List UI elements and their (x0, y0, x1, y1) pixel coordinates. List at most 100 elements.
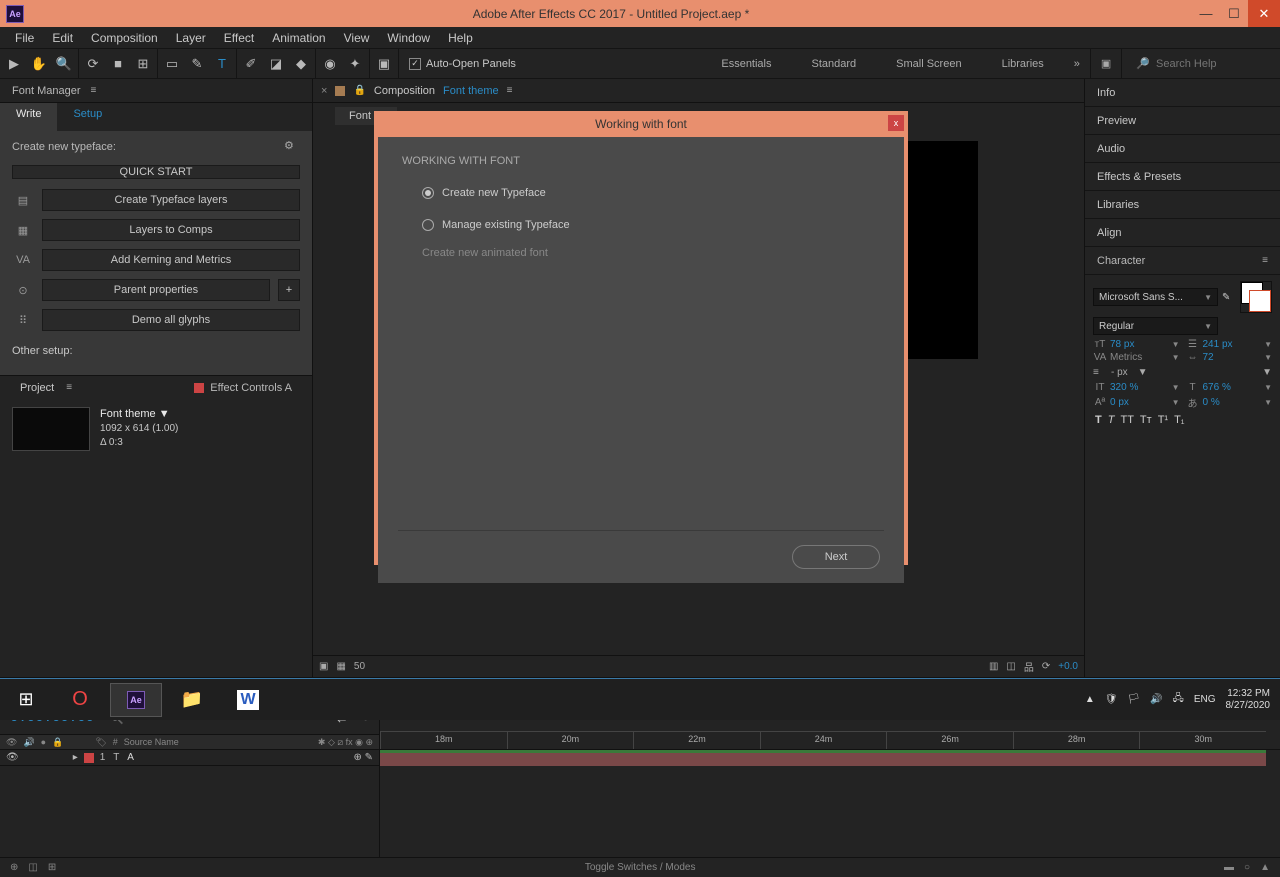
search-input[interactable] (1156, 58, 1266, 70)
parent-add-button[interactable]: + (278, 279, 300, 301)
layer-name[interactable]: A (127, 752, 347, 763)
effect-controls-tab[interactable]: Effect Controls A (210, 382, 292, 394)
font-weight-select[interactable]: Regular▼ (1093, 317, 1218, 335)
panel-icon[interactable]: ▣ (376, 56, 392, 72)
superscript-button[interactable]: T¹ (1158, 414, 1168, 426)
comp-menu-icon[interactable]: ≡ (507, 85, 513, 96)
workspace-essentials[interactable]: Essentials (701, 49, 791, 78)
viewer-refresh-icon[interactable]: ⟳ (1042, 661, 1050, 672)
panel-preview[interactable]: Preview (1085, 107, 1280, 135)
tray-language[interactable]: ENG (1194, 694, 1216, 705)
baseline-shift[interactable]: 0 px (1110, 397, 1169, 408)
tray-volume-icon[interactable]: 🔊 (1150, 694, 1162, 705)
smallcaps-button[interactable]: Tᴛ (1140, 414, 1152, 426)
tray-shield-icon[interactable]: 🛡 (1105, 694, 1118, 705)
viewer-zoom[interactable]: 50 (354, 661, 365, 672)
workspace-overflow-icon[interactable]: » (1064, 58, 1090, 70)
project-menu-icon[interactable]: ≡ (66, 382, 72, 393)
tl-foot-icon1[interactable]: ⊕ (10, 862, 18, 873)
color-swatch[interactable] (1240, 281, 1272, 313)
fontmanager-menu-icon[interactable]: ≡ (90, 85, 96, 96)
allcaps-button[interactable]: TT (1120, 414, 1133, 426)
menu-composition[interactable]: Composition (82, 29, 167, 47)
brush-tool-icon[interactable]: ✐ (243, 56, 259, 72)
tray-clock[interactable]: 12:32 PM 8/27/2020 (1226, 688, 1271, 712)
vertical-scale[interactable]: 320 % (1110, 382, 1169, 393)
workspace-smallscreen[interactable]: Small Screen (876, 49, 981, 78)
kerning-button[interactable]: Add Kerning and Metrics (42, 249, 300, 271)
layer-visibility[interactable]: 👁 (6, 752, 19, 763)
panel-align[interactable]: Align (1085, 219, 1280, 247)
panel-effects[interactable]: Effects & Presets (1085, 163, 1280, 191)
clone-tool-icon[interactable]: ◪ (268, 56, 284, 72)
quickstart-button[interactable]: QUICK START (12, 165, 300, 179)
menu-file[interactable]: File (6, 29, 43, 47)
parent-button[interactable]: Parent properties (42, 279, 270, 301)
pen-tool-icon[interactable]: ✎ (189, 56, 205, 72)
viewer-exposure[interactable]: +0.0 (1058, 661, 1078, 672)
camera-tool-icon[interactable]: ■ (110, 56, 126, 72)
pan-behind-tool-icon[interactable]: ⊞ (135, 56, 151, 72)
menu-edit[interactable]: Edit (43, 29, 82, 47)
hand-tool-icon[interactable]: ✋ (31, 56, 47, 72)
taskbar-explorer[interactable]: 📁 (166, 683, 218, 717)
create-layers-button[interactable]: Create Typeface layers (42, 189, 300, 211)
menu-help[interactable]: Help (439, 29, 482, 47)
puppet-tool-icon[interactable]: ✦ (347, 56, 363, 72)
workspace-libraries[interactable]: Libraries (982, 49, 1064, 78)
zoom-tool-icon[interactable]: 🔍 (56, 56, 72, 72)
menu-window[interactable]: Window (378, 29, 439, 47)
minimize-button[interactable]: — (1192, 0, 1220, 27)
project-tab[interactable]: Project (12, 380, 62, 396)
menu-layer[interactable]: Layer (167, 29, 215, 47)
tab-write[interactable]: Write (0, 103, 57, 131)
close-button[interactable]: ✕ (1248, 0, 1280, 27)
col-switches-icon[interactable]: ✱ ◇ ⧄ fx ◉ ⊕ (318, 737, 373, 748)
eyedropper-icon[interactable]: ✎ (1222, 292, 1236, 303)
menu-view[interactable]: View (335, 29, 379, 47)
horizontal-scale[interactable]: 676 % (1203, 382, 1262, 393)
col-label-icon[interactable]: 🏷 (95, 737, 106, 748)
tray-up-icon[interactable]: ▲ (1085, 694, 1095, 705)
taskbar-aftereffects[interactable]: Ae (110, 683, 162, 717)
tray-network-icon[interactable]: 🖧 (1173, 691, 1184, 708)
col-solo-icon[interactable]: ● (41, 737, 46, 747)
menu-animation[interactable]: Animation (263, 29, 334, 47)
roto-tool-icon[interactable]: ◉ (322, 56, 338, 72)
subscript-button[interactable]: T₁ (1174, 414, 1184, 426)
viewer-snapshot-icon[interactable]: ▣ (319, 661, 328, 672)
toggle-switches[interactable]: Toggle Switches / Modes (66, 862, 1214, 873)
tab-setup[interactable]: Setup (57, 103, 118, 131)
tl-zoom-slider[interactable]: ○ (1244, 862, 1250, 873)
tray-flag-icon[interactable]: 🏳 (1128, 694, 1141, 705)
tl-zoom-in-icon[interactable]: ▲ (1260, 862, 1270, 873)
maximize-button[interactable]: ☐ (1220, 0, 1248, 27)
col-lock-icon[interactable]: 🔒 (52, 737, 63, 748)
character-menu-icon[interactable]: ≡ (1262, 255, 1268, 266)
project-thumbnail[interactable] (12, 407, 90, 451)
layer-expand-icon[interactable]: ▸ (73, 752, 78, 763)
bold-button[interactable]: T (1095, 414, 1102, 426)
autopanel-checkbox[interactable]: ✓ (409, 58, 421, 70)
comp-link[interactable]: Font theme (443, 85, 499, 97)
taskbar-opera[interactable]: O (54, 683, 106, 717)
tl-zoom-out-icon[interactable]: ▬ (1224, 862, 1234, 873)
layer-bar[interactable] (380, 753, 1266, 766)
dialog-close-button[interactable]: x (888, 115, 904, 131)
lock-icon[interactable]: 🔒 (353, 85, 365, 96)
type-tool-icon[interactable]: T (214, 56, 230, 72)
panel-info[interactable]: Info (1085, 79, 1280, 107)
stroke-width[interactable]: - px (1111, 367, 1128, 378)
next-button[interactable]: Next (792, 545, 880, 569)
workspace-menu-icon[interactable]: ▣ (1090, 49, 1121, 78)
tracking[interactable]: 72 (1203, 352, 1262, 363)
workspace-standard[interactable]: Standard (792, 49, 877, 78)
col-source-name[interactable]: Source Name (124, 737, 312, 747)
viewer-grid-icon[interactable]: ▦ (336, 661, 345, 672)
tl-foot-icon3[interactable]: ⊞ (48, 862, 56, 873)
viewer-mask-icon[interactable]: ◫ (1006, 661, 1015, 672)
layer-switches[interactable]: ⊕ ✎ (353, 752, 373, 763)
kerning[interactable]: Metrics (1110, 352, 1169, 363)
leading[interactable]: 241 px (1203, 339, 1262, 350)
settings-icon[interactable]: ⚙ (284, 139, 300, 155)
